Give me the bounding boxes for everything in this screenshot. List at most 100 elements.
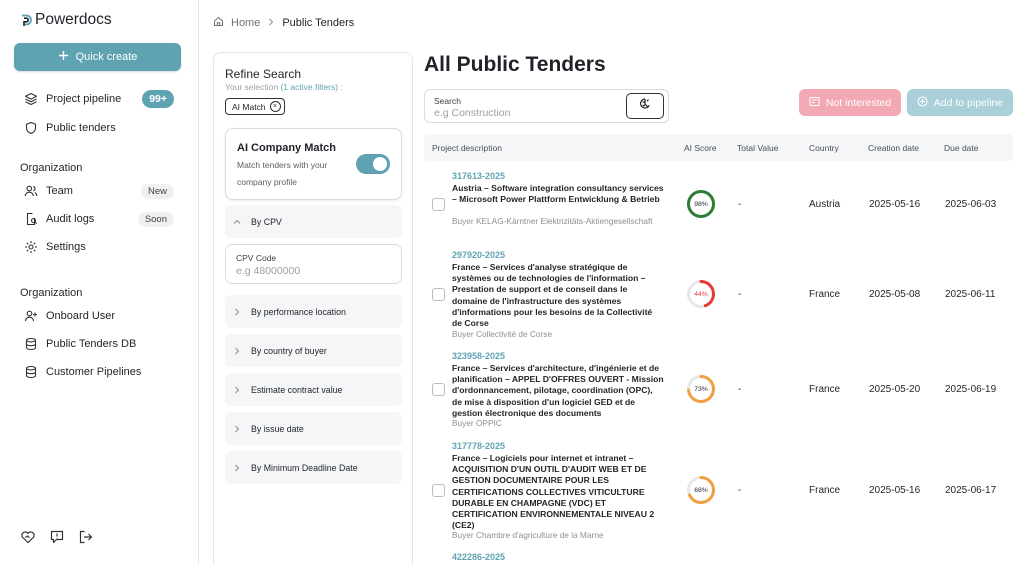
- filter-section-by-cpv[interactable]: By CPV: [225, 205, 402, 238]
- sidebar-item-label: Public Tenders DB: [46, 338, 137, 350]
- not-interested-button[interactable]: Not interested: [799, 89, 901, 116]
- tender-title: France – Services d'architecture, d'ingé…: [452, 363, 664, 418]
- row-checkbox[interactable]: [432, 198, 445, 211]
- sidebar-item-customer-pipelines[interactable]: Customer Pipelines: [24, 362, 174, 382]
- add-to-pipeline-button[interactable]: Add to pipeline: [907, 89, 1013, 116]
- cpv-code-input[interactable]: [236, 265, 386, 277]
- ai-score-value: 68%: [694, 486, 708, 494]
- home-icon[interactable]: [213, 16, 224, 30]
- sidebar-item-public-tenders[interactable]: Public tenders: [24, 118, 174, 138]
- users-icon: [24, 184, 38, 198]
- sidebar-item-project-pipeline[interactable]: Project pipeline 99+: [24, 89, 174, 109]
- selection-suffix: :: [340, 82, 343, 92]
- sidebar-item-onboard-user[interactable]: Onboard User: [24, 306, 174, 326]
- filter-section-label: By CPV: [251, 216, 282, 227]
- soon-badge: Soon: [137, 211, 174, 227]
- chevron-right-icon: [233, 425, 241, 433]
- total-value: -: [738, 199, 742, 210]
- tender-id-link[interactable]: 422286-2025: [452, 552, 505, 562]
- heart-handshake-icon[interactable]: [20, 529, 36, 545]
- column-header-country[interactable]: Country: [809, 143, 839, 153]
- creation-date: 2025-05-16: [869, 485, 921, 496]
- row-checkbox[interactable]: [432, 383, 445, 396]
- tender-search-field[interactable]: Search: [424, 89, 669, 123]
- sidebar-item-label: Audit logs: [46, 213, 95, 225]
- column-header-description[interactable]: Project description: [432, 143, 502, 153]
- user-plus-icon: [24, 309, 38, 323]
- tender-id-link[interactable]: 297920-2025: [452, 250, 505, 260]
- sidebar-item-label: Project pipeline: [46, 93, 122, 105]
- cpv-code-field[interactable]: CPV Code: [225, 244, 402, 284]
- tender-buyer: Buyer KELAG-Kärntner Elektrizitäts-Aktie…: [452, 216, 653, 226]
- total-value: -: [738, 384, 742, 395]
- quick-create-button[interactable]: Quick create: [14, 43, 181, 71]
- filter-section-label: By country of buyer: [251, 345, 327, 356]
- column-header-due-date[interactable]: Due date: [944, 143, 979, 153]
- ai-search-button[interactable]: [626, 93, 664, 119]
- sidebar-footer: [20, 529, 94, 545]
- filter-section-performance-location[interactable]: By performance location: [225, 295, 402, 328]
- plus-circle-icon: [917, 95, 928, 110]
- gear-icon: [24, 240, 38, 254]
- brand-logo[interactable]: Powerdocs: [20, 11, 112, 29]
- sidebar-item-label: Team: [46, 185, 73, 197]
- search-label: Search: [434, 96, 461, 106]
- tender-id-link[interactable]: 317613-2025: [452, 171, 505, 181]
- feedback-icon[interactable]: [49, 529, 65, 545]
- cpv-code-label: CPV Code: [236, 253, 277, 263]
- country: France: [809, 384, 841, 395]
- tender-id-link[interactable]: 317778-2025: [452, 441, 505, 451]
- due-date: 2025-06-11: [945, 289, 996, 300]
- total-value: -: [738, 485, 742, 496]
- filter-section-issue-date[interactable]: By issue date: [225, 412, 402, 445]
- search-input[interactable]: [434, 107, 614, 119]
- page-title: All Public Tenders: [424, 53, 606, 76]
- chevron-right-icon: [233, 347, 241, 355]
- ai-score-ring: 44%: [686, 279, 716, 309]
- breadcrumb-current: Public Tenders: [282, 17, 355, 29]
- breadcrumb: Home Public Tenders: [213, 16, 354, 30]
- tender-id-link[interactable]: 323958-2025: [452, 351, 505, 361]
- chevron-right-icon: [233, 386, 241, 394]
- add-to-pipeline-label: Add to pipeline: [933, 96, 1004, 109]
- creation-date: 2025-05-08: [869, 289, 921, 300]
- creation-date: 2025-05-16: [869, 199, 921, 210]
- column-header-total-value[interactable]: Total Value: [737, 143, 778, 153]
- filter-section-country-of-buyer[interactable]: By country of buyer: [225, 334, 402, 367]
- row-checkbox[interactable]: [432, 484, 445, 497]
- sidebar-item-settings[interactable]: Settings: [24, 237, 174, 257]
- due-date: 2025-06-19: [945, 384, 997, 395]
- due-date: 2025-06-03: [945, 199, 997, 210]
- ai-match-description: Match tenders with your company profile: [237, 160, 328, 187]
- country: France: [809, 485, 841, 496]
- sidebar-item-team[interactable]: Team New: [24, 181, 174, 201]
- logout-icon[interactable]: [78, 529, 94, 545]
- filter-section-minimum-deadline[interactable]: By Minimum Deadline Date: [225, 451, 402, 484]
- breadcrumb-home-link[interactable]: Home: [231, 17, 260, 29]
- filter-section-label: By issue date: [251, 423, 304, 434]
- section-title-organization-admin: Organization: [20, 287, 83, 299]
- ai-score-value: 44%: [694, 290, 708, 298]
- filter-chip-label: AI Match: [232, 101, 266, 112]
- tender-buyer: Buyer OPPIC: [452, 418, 502, 428]
- tender-buyer: Buyer Collectivité de Corse: [452, 329, 553, 339]
- filter-section-label: By performance location: [251, 306, 346, 317]
- active-filter-count[interactable]: (1 active filters): [280, 82, 338, 92]
- row-checkbox[interactable]: [432, 288, 445, 301]
- sidebar-item-public-tenders-db[interactable]: Public Tenders DB: [24, 334, 174, 354]
- plus-icon: [58, 50, 69, 64]
- filter-section-contract-value[interactable]: Estimate contract value: [225, 373, 402, 406]
- ai-score-ring: 73%: [686, 374, 716, 404]
- column-header-creation-date[interactable]: Creation date: [868, 143, 919, 153]
- sidebar-item-audit-logs[interactable]: Audit logs Soon: [24, 209, 174, 229]
- close-icon[interactable]: ×: [269, 101, 281, 112]
- new-badge: New: [140, 183, 174, 199]
- filter-chip-ai-match[interactable]: AI Match ×: [225, 98, 285, 115]
- column-header-ai-score[interactable]: AI Score: [684, 143, 717, 153]
- tender-title: France – Services d'analyse stratégique …: [452, 262, 653, 329]
- powerdocs-logo-icon: [20, 14, 32, 27]
- chevron-right-icon: [233, 308, 241, 316]
- ai-match-toggle[interactable]: [356, 154, 390, 174]
- refine-search-title: Refine Search: [225, 67, 302, 81]
- sidebar-item-label: Onboard User: [46, 310, 116, 322]
